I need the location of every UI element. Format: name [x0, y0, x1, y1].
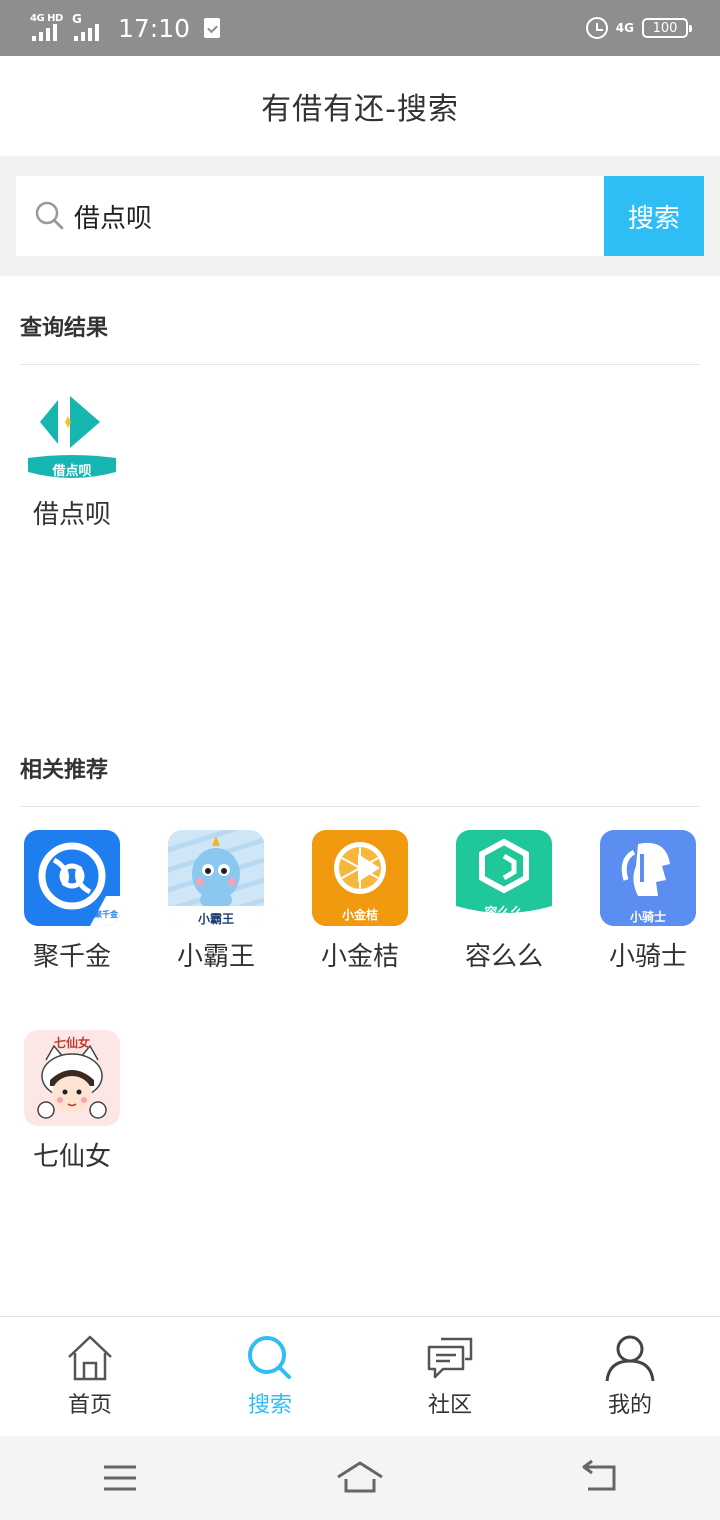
battery-icon: 100	[642, 18, 692, 38]
battery-level: 100	[652, 20, 678, 36]
jiedianbei-app-icon: 借点呗	[24, 388, 120, 484]
nav-label: 社区	[427, 1393, 472, 1418]
xiaobawang-app-icon: 小霸王	[168, 830, 264, 926]
recommend-app-item[interactable]: 容么么 容么么	[452, 830, 556, 973]
recommend-app-item[interactable]: 七仙女 七仙女	[20, 1030, 124, 1173]
app-name: 小金桔	[320, 942, 399, 972]
results-divider	[20, 364, 700, 365]
nav-label: 搜索	[247, 1393, 292, 1418]
xiaoqishi-app-icon: 小骑士	[600, 830, 696, 926]
results-title: 查询结果	[20, 316, 109, 341]
app-badge-text: 七仙女	[53, 1036, 90, 1050]
nav-label: 首页	[67, 1393, 112, 1418]
signal-1-icon: 4G HD	[30, 13, 64, 43]
clipboard-icon	[204, 18, 221, 38]
nav-profile[interactable]: 我的	[540, 1317, 720, 1437]
result-app-item[interactable]: 借点呗 借点呗	[20, 388, 124, 531]
juqianjin-app-icon: 聚千金	[24, 830, 120, 926]
page-title: 有借有还-搜索	[261, 92, 459, 127]
qixiannv-app-icon: 七仙女	[24, 1030, 120, 1126]
search-input[interactable]	[74, 201, 574, 231]
system-navigation	[0, 1436, 720, 1520]
status-right: 4G 100	[585, 12, 692, 44]
app-name: 聚千金	[32, 942, 111, 972]
app-badge-text: 容么么	[484, 906, 524, 921]
recommend-divider	[20, 806, 700, 807]
signal-2-icon: G	[72, 13, 106, 43]
nav-home[interactable]: 首页	[0, 1317, 180, 1437]
search-icon	[245, 1333, 295, 1383]
app-name: 容么么	[464, 942, 543, 972]
recommend-title: 相关推荐	[20, 758, 109, 783]
app-badge-text: 借点呗	[52, 464, 92, 479]
clock-time: 17:10	[118, 13, 191, 43]
bottom-navigation: 首页 搜索 社区 我的	[0, 1316, 720, 1436]
app-name: 借点呗	[32, 500, 111, 530]
app-badge-text: 小霸王	[197, 912, 234, 926]
nav-label: 我的	[607, 1393, 652, 1418]
back-icon[interactable]	[570, 1453, 630, 1503]
recommend-app-item[interactable]: 小金桔 小金桔	[308, 830, 412, 973]
nav-search[interactable]: 搜索	[180, 1317, 360, 1437]
menu-icon[interactable]	[90, 1453, 150, 1503]
app-name: 小霸王	[176, 942, 255, 972]
home-button-icon[interactable]	[330, 1453, 390, 1503]
recommend-app-item[interactable]: 聚千金 聚千金	[20, 830, 124, 973]
search-box[interactable]	[16, 176, 604, 256]
xiaojinju-app-icon: 小金桔	[312, 830, 408, 926]
rongmeme-app-icon: 容么么	[456, 830, 552, 926]
status-bar: 4G HD G 17:10 4G 100	[0, 0, 720, 56]
search-button[interactable]: 搜索	[604, 176, 704, 256]
search-bar: 搜索	[0, 156, 720, 276]
person-icon	[605, 1333, 655, 1383]
status-left: 4G HD G 17:10	[30, 10, 221, 46]
app-badge-text: 聚千金	[94, 910, 118, 919]
app-name: 小骑士	[608, 942, 687, 972]
chat-bubbles-icon	[425, 1333, 475, 1383]
app-badge-text: 小骑士	[629, 910, 666, 924]
network-4g-icon: 4G	[615, 21, 634, 35]
app-name: 七仙女	[32, 1142, 111, 1172]
home-icon	[65, 1333, 115, 1383]
alarm-icon	[585, 17, 608, 39]
recommend-app-item[interactable]: 小霸王 小霸王	[164, 830, 268, 973]
nav-community[interactable]: 社区	[360, 1317, 540, 1437]
page-header: 有借有还-搜索	[0, 56, 720, 156]
search-icon	[30, 196, 70, 236]
recommend-app-item[interactable]: 小骑士 小骑士	[596, 830, 700, 973]
app-badge-text: 小金桔	[341, 908, 378, 922]
